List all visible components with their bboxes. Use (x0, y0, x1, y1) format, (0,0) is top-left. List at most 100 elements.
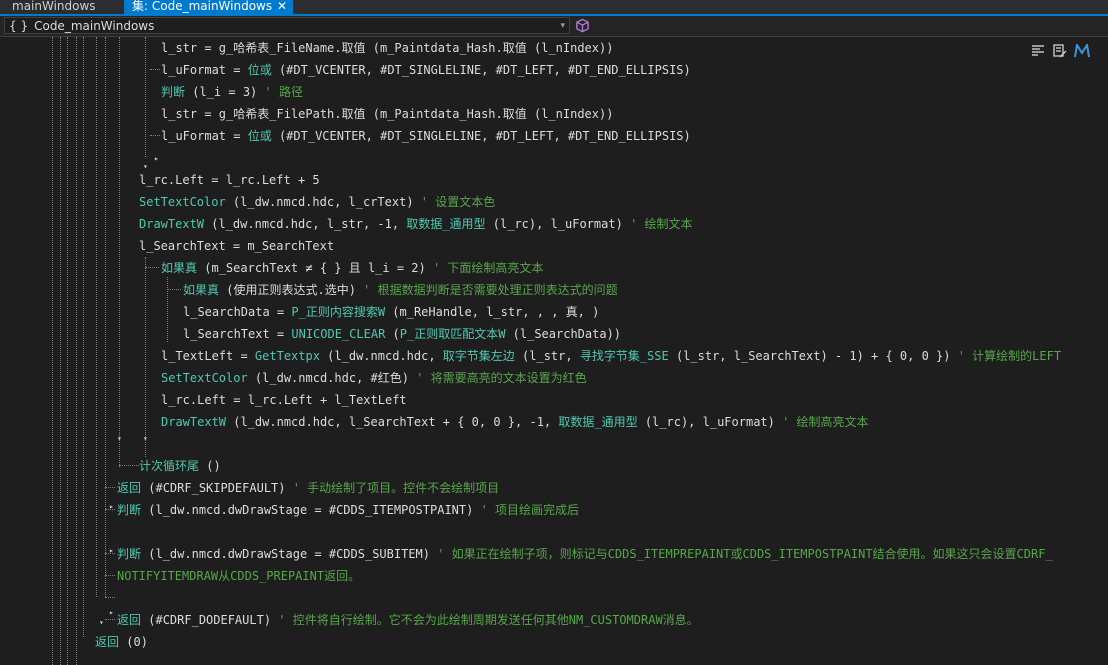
format-icon[interactable] (1030, 43, 1046, 59)
code-token: l_rc.Left = l_rc.Left + l_TextLeft (161, 393, 407, 407)
code-line[interactable]: l_TextLeft = GetTextpx (l_dw.nmcd.hdc, 取… (161, 345, 1061, 367)
code-token: (l_str, l_SearchText) - 1) + { 0, 0 }) (668, 349, 958, 363)
code-line[interactable]: 判断 (l_dw.nmcd.dwDrawStage = #CDDS_SUBITE… (117, 543, 1053, 565)
code-token: 取数据_通用型 (406, 217, 486, 231)
code-token: ' 绘制高亮文本 (782, 415, 869, 429)
code-token: SetTextColor (139, 195, 226, 209)
indent-guide (145, 257, 146, 457)
code-token: (#CDRF_DODEFAULT) (141, 613, 279, 627)
module-m-icon[interactable] (1074, 43, 1090, 59)
code-token: (m_ReHandle, l_str, , , 真, ) (385, 305, 600, 319)
edit-icon[interactable] (1052, 43, 1068, 59)
scope-label: Code_mainWindows (34, 19, 155, 33)
branch-connector (119, 465, 139, 466)
chevron-down-icon: ▾ (560, 21, 565, 31)
code-token: 寻找字节集_SSE (579, 349, 669, 363)
code-line[interactable]: NOTIFYITEMDRAW从CDDS_PREPAINT返回。 (117, 565, 360, 587)
code-token: (l_rc), l_uFormat) (485, 217, 631, 231)
code-line[interactable]: SetTextColor (l_dw.nmcd.hdc, #红色) ' 将需要高… (161, 367, 587, 389)
code-token: ( (385, 327, 400, 341)
code-line[interactable]: l_SearchText = m_SearchText (139, 235, 334, 257)
code-token: 如果真 (183, 283, 220, 297)
code-token: 位或 (247, 63, 272, 77)
code-token: ' 项目绘画完成后 (480, 503, 580, 517)
code-line[interactable]: 返回 (#CDRF_DODEFAULT) ' 控件将自行绘制。它不会为此绘制周期… (117, 609, 699, 631)
cube-icon[interactable] (575, 18, 590, 33)
close-tab-icon[interactable]: ✕ (277, 0, 287, 12)
code-line[interactable]: DrawTextW (l_dw.nmcd.hdc, l_str, -1, 取数据… (139, 213, 693, 235)
flow-arrow-icon: ▾ (143, 434, 148, 443)
flow-arrow-icon: ▾ (99, 618, 104, 627)
indent-guide (96, 37, 97, 597)
code-editor[interactable]: l_str = g_哈希表_FileName.取值 (m_Paintdata_H… (0, 37, 1108, 665)
tab-code-mainwindows[interactable]: 集: Code_mainWindows ✕ (124, 0, 293, 14)
code-line[interactable]: l_rc.Left = l_rc.Left + 5 (139, 169, 320, 191)
tab-mainwindows-label: mainWindows (12, 0, 96, 13)
code-token: (0) (119, 635, 148, 649)
code-token: (l_rc), l_uFormat) (637, 415, 783, 429)
indent-guide (60, 37, 61, 665)
code-token: (l_dw.nmcd.hdc, l_SearchText + { 0, 0 },… (226, 415, 559, 429)
code-line[interactable]: l_SearchText = UNICODE_CLEAR (P_正则取匹配文本W… (183, 323, 621, 345)
indent-guide (119, 37, 120, 467)
flow-arrow-icon: ▸ (109, 608, 114, 617)
indent-guide (145, 37, 146, 157)
code-token: (l_i = 3) (185, 85, 265, 99)
code-line[interactable]: DrawTextW (l_dw.nmcd.hdc, l_SearchText +… (161, 411, 869, 433)
branch-connector (150, 69, 160, 70)
code-token: ' 控件将自行绘制。它不会为此绘制周期发送任何其他NM_CUSTOMDRAW消息… (278, 613, 699, 627)
indent-guide (52, 37, 53, 665)
code-line[interactable]: 判断 (l_dw.nmcd.dwDrawStage = #CDDS_ITEMPO… (117, 499, 579, 521)
branch-connector (150, 135, 160, 136)
code-line[interactable]: 如果真 (使用正则表达式.选中) ' 根据数据判断是否需要处理正则表达式的问题 (183, 279, 618, 301)
code-token: ' 绘制文本 (630, 217, 693, 231)
code-token: P_正则内容搜索W (291, 305, 386, 319)
code-token: (l_dw.nmcd.hdc, #红色) (247, 371, 417, 385)
code-token: 位或 (247, 129, 272, 143)
flow-arrow-icon: ▸ (109, 502, 114, 511)
navigation-bar: { } Code_mainWindows ▾ (0, 16, 1108, 37)
flow-arrow-icon: ▾ (117, 434, 122, 443)
code-token: DrawTextW (139, 217, 205, 231)
code-token: (m_SearchText ≠ { } 且 l_i = 2) (197, 261, 433, 275)
code-token: 取数据_通用型 (558, 415, 638, 429)
indent-guide (83, 37, 84, 637)
code-line[interactable]: l_str = g_哈希表_FileName.取值 (m_Paintdata_H… (161, 37, 613, 59)
code-token: ' 将需要高亮的文本设置为红色 (416, 371, 587, 385)
code-token: (l_SearchData)) (505, 327, 622, 341)
code-token: l_TextLeft = (161, 349, 255, 363)
code-token: 判断 (117, 503, 142, 517)
code-line[interactable]: 如果真 (m_SearchText ≠ { } 且 l_i = 2) ' 下面绘… (161, 257, 543, 279)
code-token: 取字节集左边 (442, 349, 515, 363)
code-line[interactable]: l_str = g_哈希表_FilePath.取值 (m_Paintdata_H… (161, 103, 613, 125)
branch-connector (105, 619, 115, 620)
tab-mainwindows[interactable]: mainWindows (0, 0, 122, 14)
code-token: l_uFormat = (161, 63, 248, 77)
code-line[interactable]: 判断 (l_i = 3) ' 路径 (161, 81, 303, 103)
code-line[interactable]: SetTextColor (l_dw.nmcd.hdc, l_crText) '… (139, 191, 495, 213)
branch-connector (105, 575, 115, 576)
code-token: 如果真 (161, 261, 198, 275)
code-token: (l_str, (514, 349, 580, 363)
code-token: (l_dw.nmcd.hdc, l_str, -1, (204, 217, 407, 231)
code-token: l_str = g_哈希表_FilePath.取值 (m_Paintdata_H… (161, 107, 614, 121)
code-token: l_SearchData = (183, 305, 292, 319)
code-line[interactable]: l_SearchData = P_正则内容搜索W (m_ReHandle, l_… (183, 301, 599, 323)
code-token: 返回 (117, 613, 142, 627)
code-token: ' 下面绘制高亮文本 (432, 261, 544, 275)
code-line[interactable]: l_uFormat = 位或 (#DT_VCENTER, #DT_SINGLEL… (161, 59, 691, 81)
flow-arrow-icon: ▾ (143, 162, 148, 171)
indent-guide (105, 37, 106, 597)
scope-dropdown[interactable]: { } Code_mainWindows ▾ (4, 17, 570, 34)
code-token: 计次循环尾 (139, 459, 200, 473)
flow-arrow-icon: ▸ (154, 154, 159, 163)
code-line[interactable]: l_uFormat = 位或 (#DT_VCENTER, #DT_SINGLEL… (161, 125, 691, 147)
code-line[interactable]: l_rc.Left = l_rc.Left + l_TextLeft (161, 389, 407, 411)
tab-code-mainwindows-label: 集: Code_mainWindows (132, 0, 273, 13)
code-line[interactable]: 返回 (0) (95, 631, 148, 653)
braces-icon: { } (9, 19, 29, 33)
code-token: (使用正则表达式.选中) (219, 283, 364, 297)
code-line[interactable]: 返回 (#CDRF_SKIPDEFAULT) ' 手动绘制了项目。控件不会绘制项… (117, 477, 499, 499)
code-token: (l_dw.nmcd.hdc, l_crText) (225, 195, 421, 209)
code-line[interactable]: 计次循环尾 () (139, 455, 221, 477)
